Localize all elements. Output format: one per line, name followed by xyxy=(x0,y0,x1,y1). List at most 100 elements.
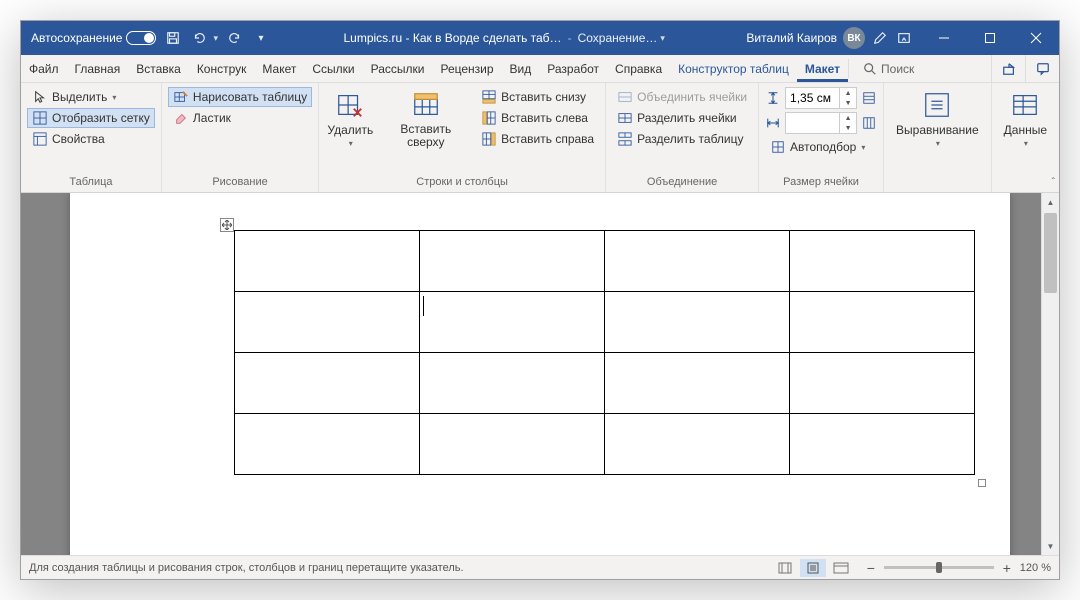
autosave-label: Автосохранение xyxy=(31,31,122,45)
eraser-button[interactable]: Ластик xyxy=(168,108,312,128)
titlebar: Автосохранение ▾ ▾ Lumpics.ru - Как в Во… xyxy=(21,21,1059,55)
data-icon xyxy=(1009,89,1041,121)
group-alignment: Выравнивание ▾ xyxy=(884,83,992,192)
col-width-input[interactable]: ▲▼ xyxy=(785,112,857,134)
group-draw: Нарисовать таблицу Ластик Рисование xyxy=(162,83,319,192)
app-window: Автосохранение ▾ ▾ Lumpics.ru - Как в Во… xyxy=(20,20,1060,580)
insert-above-icon xyxy=(410,89,442,121)
pen-input-icon[interactable] xyxy=(871,29,889,47)
document-table[interactable] xyxy=(234,230,975,475)
share-button[interactable] xyxy=(991,55,1025,82)
close-button[interactable] xyxy=(1013,21,1059,55)
tab-design[interactable]: Конструк xyxy=(189,55,255,82)
ribbon-tabs: Файл Главная Вставка Конструк Макет Ссыл… xyxy=(21,55,1059,83)
group-rows-cols: Удалить ▾ Вставить сверху Вставить снизу… xyxy=(319,83,606,192)
spin-down[interactable]: ▼ xyxy=(840,98,856,108)
group-draw-title: Рисование xyxy=(168,174,312,192)
split-cells-button[interactable]: Разделить ячейки xyxy=(612,108,752,128)
minimize-button[interactable] xyxy=(921,21,967,55)
insert-above-button[interactable]: Вставить сверху xyxy=(381,87,470,151)
col-width-icon xyxy=(765,115,781,131)
title-dropdown[interactable]: ▾ xyxy=(660,33,665,44)
tab-layout[interactable]: Макет xyxy=(254,55,304,82)
alignment-button[interactable]: Выравнивание ▾ xyxy=(890,87,985,150)
page[interactable] xyxy=(70,193,1010,555)
tab-mailings[interactable]: Рассылки xyxy=(363,55,433,82)
distribute-cols-icon[interactable] xyxy=(861,115,877,131)
table-resize-handle-icon[interactable] xyxy=(978,479,986,487)
view-print-icon[interactable] xyxy=(800,559,826,577)
group-table-title: Таблица xyxy=(27,174,155,192)
maximize-button[interactable] xyxy=(967,21,1013,55)
alignment-icon xyxy=(921,89,953,121)
eraser-icon xyxy=(173,110,189,126)
merge-cells-icon xyxy=(617,89,633,105)
insert-below-button[interactable]: Вставить снизу xyxy=(476,87,599,107)
spin-down[interactable]: ▼ xyxy=(840,123,856,133)
view-focus-icon[interactable] xyxy=(772,559,798,577)
tab-view[interactable]: Вид xyxy=(502,55,540,82)
draw-table-icon xyxy=(173,89,189,105)
status-hint: Для создания таблицы и рисования строк, … xyxy=(29,562,772,574)
document-title: Lumpics.ru - Как в Ворде сделать таб… xyxy=(343,31,561,45)
tab-help[interactable]: Справка xyxy=(607,55,670,82)
tab-table-design[interactable]: Конструктор таблиц xyxy=(670,55,797,82)
split-table-button[interactable]: Разделить таблицу xyxy=(612,129,752,149)
tab-developer[interactable]: Разработ xyxy=(539,55,607,82)
table-move-handle-icon[interactable] xyxy=(220,218,234,232)
autofit-button[interactable]: Автоподбор▾ xyxy=(765,137,877,157)
zoom-slider[interactable] xyxy=(884,566,994,569)
tab-insert[interactable]: Вставка xyxy=(128,55,189,82)
avatar[interactable]: ВК xyxy=(843,27,865,49)
insert-left-button[interactable]: Вставить слева xyxy=(476,108,599,128)
comments-button[interactable] xyxy=(1025,55,1059,82)
tab-file[interactable]: Файл xyxy=(21,55,67,82)
group-merge-title: Объединение xyxy=(612,174,752,192)
collapse-ribbon-icon[interactable]: ˆ xyxy=(1052,177,1055,188)
grid-icon xyxy=(32,110,48,126)
tab-table-layout[interactable]: Макет xyxy=(797,55,848,82)
tab-home[interactable]: Главная xyxy=(67,55,129,82)
zoom-level[interactable]: 120 % xyxy=(1020,562,1051,574)
statusbar: Для создания таблицы и рисования строк, … xyxy=(21,555,1059,579)
insert-right-button[interactable]: Вставить справа xyxy=(476,129,599,149)
scroll-down-icon[interactable]: ▼ xyxy=(1042,537,1059,555)
text-cursor xyxy=(423,296,424,316)
user-name[interactable]: Виталий Каиров xyxy=(746,31,837,45)
data-button[interactable]: Данные ▾ xyxy=(998,87,1053,150)
zoom-out-button[interactable]: − xyxy=(864,560,878,576)
ribbon: Выделить▾ Отобразить сетку Свойства Табл… xyxy=(21,83,1059,193)
qat-customize-icon[interactable]: ▾ xyxy=(252,29,270,47)
gridlines-button[interactable]: Отобразить сетку xyxy=(27,108,155,128)
autosave-toggle[interactable]: Автосохранение xyxy=(31,31,156,45)
undo-dropdown[interactable]: ▾ xyxy=(213,33,218,44)
undo-icon[interactable] xyxy=(190,29,208,47)
properties-button[interactable]: Свойства xyxy=(27,129,155,149)
search-label: Поиск xyxy=(881,62,914,76)
ribbon-display-icon[interactable] xyxy=(895,29,913,47)
autosave-switch[interactable] xyxy=(126,31,156,45)
document-area[interactable]: ▲ ▼ xyxy=(21,193,1059,555)
scroll-up-icon[interactable]: ▲ xyxy=(1042,193,1059,211)
spin-up[interactable]: ▲ xyxy=(840,88,856,98)
search-box[interactable]: Поиск xyxy=(849,55,991,82)
delete-button[interactable]: Удалить ▾ xyxy=(325,87,375,150)
view-web-icon[interactable] xyxy=(828,559,854,577)
row-height-input[interactable]: 1,35 см▲▼ xyxy=(785,87,857,109)
properties-icon xyxy=(32,131,48,147)
draw-table-button[interactable]: Нарисовать таблицу xyxy=(168,87,312,107)
group-merge: Объединить ячейки Разделить ячейки Разде… xyxy=(606,83,759,192)
save-icon[interactable] xyxy=(164,29,182,47)
select-button[interactable]: Выделить▾ xyxy=(27,87,155,107)
tab-references[interactable]: Ссылки xyxy=(304,55,362,82)
redo-icon[interactable] xyxy=(226,29,244,47)
spin-up[interactable]: ▲ xyxy=(840,113,856,123)
scroll-thumb[interactable] xyxy=(1044,213,1057,293)
split-cells-icon xyxy=(617,110,633,126)
distribute-rows-icon[interactable] xyxy=(861,90,877,106)
autofit-icon xyxy=(770,139,786,155)
tab-review[interactable]: Рецензир xyxy=(432,55,501,82)
zoom-in-button[interactable]: + xyxy=(1000,560,1014,576)
group-rows-cols-title: Строки и столбцы xyxy=(325,174,599,192)
vertical-scrollbar[interactable]: ▲ ▼ xyxy=(1041,193,1059,555)
